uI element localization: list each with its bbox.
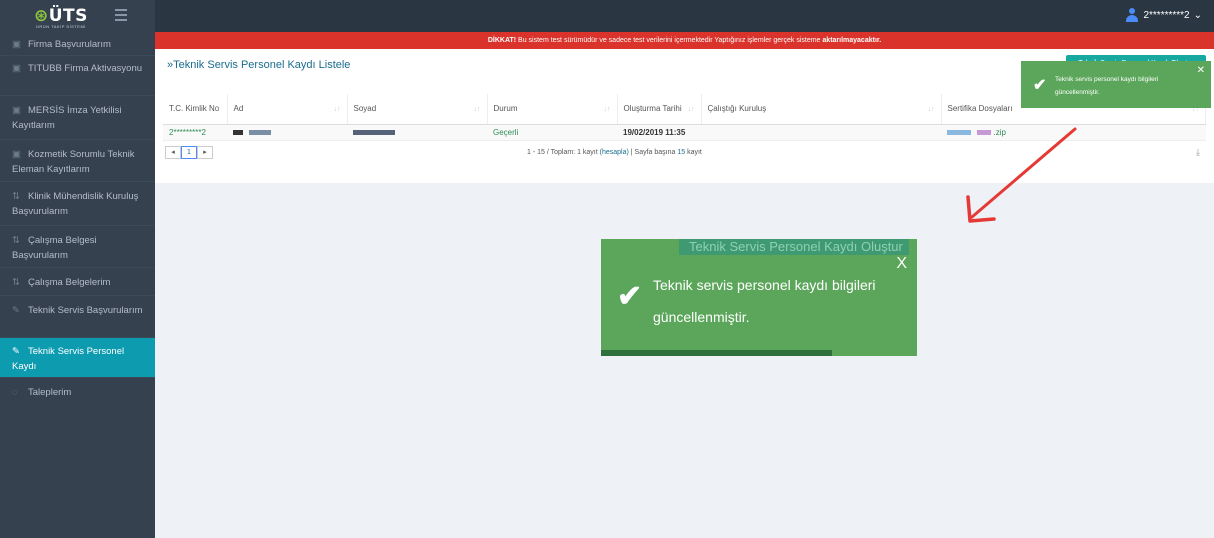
calculate-link[interactable]: (hesapla) <box>600 149 629 156</box>
pagination: ◂ 1 ▸ <box>165 146 213 159</box>
prev-page-button[interactable]: ◂ <box>165 146 181 159</box>
sort-icon[interactable]: ↓↑ <box>604 106 611 113</box>
sort-icon[interactable]: ↓↑ <box>474 106 481 113</box>
sort-icon[interactable]: ↓↑ <box>688 106 695 113</box>
redacted-block <box>353 129 395 135</box>
cell-soyad <box>347 124 487 141</box>
redacted-block <box>233 129 243 135</box>
column-header-ad[interactable]: Ad ↓↑ <box>227 94 348 125</box>
annotation-arrow <box>966 127 1077 223</box>
sidebar-item-teknik-servis-personel[interactable]: ✎ Teknik Servis Personel Kaydı <box>0 338 155 378</box>
sidebar-item-teknik-servis[interactable]: ✎ Teknik Servis Başvurularım <box>0 296 155 338</box>
pencil-icon: ✎ <box>12 346 20 357</box>
toast-progress-bar <box>601 350 832 356</box>
check-icon: ✔ <box>617 280 643 313</box>
cell-kurulus <box>701 124 941 141</box>
column-header-durum[interactable]: Durum ↓↑ <box>487 94 618 125</box>
sidebar: ▣ Firma Başvurularım ▣ TITUBB Firma Aktiva… <box>0 32 155 538</box>
sort-icon[interactable]: ↓↑ <box>334 106 341 113</box>
cell-durum: Geçerli <box>487 124 617 141</box>
top-bar: ⊛ÜTS ÜRÜN TAKİP SİSTEMİ 2*********2 ⌄ <box>0 0 1214 32</box>
flow-icon: ⇅ <box>12 191 20 202</box>
cell-tarih: 19/02/2019 11:35 <box>617 124 701 141</box>
close-icon[interactable]: X <box>896 255 907 273</box>
column-header-soyad[interactable]: Soyad ↓↑ <box>347 94 488 125</box>
sidebar-item-calisma-belgelerim[interactable]: ⇅ Çalışma Belgelerim <box>0 268 155 296</box>
sidebar-item-kozmetik[interactable]: ▣ Kozmetik Sorumlu Teknik Eleman Kayıtlar… <box>0 140 155 182</box>
calendar-icon: ▣ <box>12 105 21 116</box>
redacted-block <box>249 129 272 135</box>
success-toast-small[interactable]: ✔ Teknik servis personel kaydı bilgileri… <box>1021 61 1211 108</box>
page-title: »Teknik Servis Personel Kaydı Listele <box>167 59 351 71</box>
calendar-icon: ▣ <box>12 149 21 160</box>
test-warning-banner: DİKKAT! Bu sistem test sürümüdür ve sade… <box>155 32 1214 49</box>
close-icon[interactable]: ✕ <box>1197 65 1205 76</box>
pencil-icon: ✎ <box>12 305 20 316</box>
check-icon: ✔ <box>1033 77 1047 94</box>
calendar-icon: ▣ <box>12 39 21 50</box>
next-page-button[interactable]: ▸ <box>197 146 213 159</box>
sort-icon[interactable]: ↓↑ <box>214 106 221 113</box>
column-header-tarih[interactable]: Oluşturma Tarihi ↓↑ <box>617 94 702 125</box>
toast-message: Teknik servis personel kaydı bilgileri g… <box>1055 76 1159 96</box>
sidebar-item-titubb[interactable]: ▣ TITUBB Firma Aktivasyonu <box>0 56 155 96</box>
logo-text: ⊛ÜTS <box>34 6 88 26</box>
toast-ghost-title: Teknik Servis Personel Kaydı Oluştur <box>679 239 909 255</box>
sidebar-item-firma-basvurularim[interactable]: ▣ Firma Başvurularım <box>0 32 155 56</box>
sidebar-item-klinik[interactable]: ⇅ Klinik Mühendislik Kuruluş Başvurularım <box>0 182 155 226</box>
pagination-info: 1 - 15 / Toplam: 1 kayıt (hesapla) | Say… <box>527 149 702 156</box>
cell-tc[interactable]: 2*********2 <box>163 124 227 141</box>
logo-subtitle: ÜRÜN TAKİP SİSTEMİ <box>36 24 86 29</box>
logo[interactable]: ⊛ÜTS ÜRÜN TAKİP SİSTEMİ <box>0 0 155 32</box>
column-header-kurulus[interactable]: Çalıştığı Kuruluş ↓↑ <box>701 94 942 125</box>
current-page[interactable]: 1 <box>181 146 197 159</box>
flow-icon: ⇅ <box>12 277 20 288</box>
column-header-tc[interactable]: T.C. Kimlik No ↓↑ <box>163 94 228 125</box>
user-name: 2*********2 <box>1143 9 1190 21</box>
calendar-icon: ▣ <box>12 63 21 74</box>
success-toast-zoomed[interactable]: Teknik Servis Personel Kaydı Oluştur ✔ T… <box>601 239 917 356</box>
cell-ad <box>227 124 347 141</box>
toast-message: Teknik servis personel kaydı bilgileri g… <box>653 277 876 325</box>
chevron-down-icon: ⌄ <box>1193 9 1202 21</box>
user-menu[interactable]: 2*********2 ⌄ <box>1125 8 1202 22</box>
sidebar-item-taleplerim[interactable]: ◌ Taleplerim <box>0 378 155 406</box>
user-icon <box>1125 8 1139 22</box>
chat-icon: ◌ <box>12 387 18 398</box>
flow-icon: ⇅ <box>12 235 20 246</box>
download-icon[interactable]: ⤓ <box>1196 147 1200 158</box>
per-page-select[interactable]: 15 <box>677 149 685 156</box>
sort-icon[interactable]: ↓↑ <box>928 106 935 113</box>
sidebar-item-calisma-belgesi[interactable]: ⇅ Çalışma Belgesi Başvurularım <box>0 226 155 268</box>
menu-toggle-icon[interactable] <box>115 9 127 21</box>
sidebar-item-mersis[interactable]: ▣ MERSİS İmza Yetkilisi Kayıtlarım <box>0 96 155 140</box>
